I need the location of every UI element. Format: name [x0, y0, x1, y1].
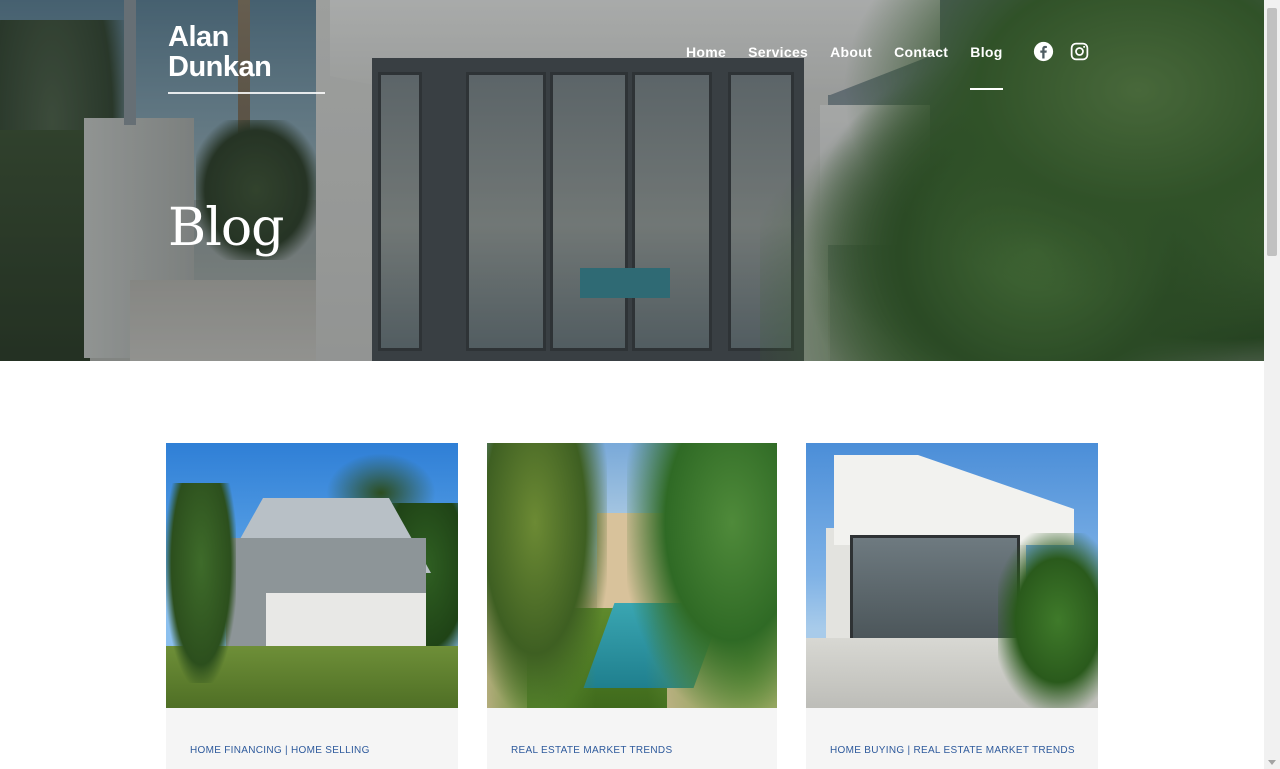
post-image-pool-courtyard[interactable] [487, 443, 777, 708]
logo-underline [168, 92, 325, 94]
hero-banner: Alan Dunkan Home Services About Contact … [0, 0, 1264, 361]
logo-line-1: Alan [168, 21, 229, 53]
blog-card[interactable]: REAL ESTATE MARKET TRENDS [487, 443, 777, 769]
logo-line-2: Dunkan [168, 51, 272, 83]
main-nav: Home Services About Contact Blog [686, 42, 1025, 90]
blog-card[interactable]: HOME BUYING | REAL ESTATE MARKET TRENDS [806, 443, 1098, 769]
page-scrollbar[interactable] [1264, 0, 1280, 769]
page-title: Blog [168, 198, 284, 258]
post-image-house[interactable] [166, 443, 458, 708]
post-categories[interactable]: REAL ESTATE MARKET TRENDS [511, 745, 672, 756]
nav-about[interactable]: About [830, 44, 872, 60]
blog-card[interactable]: HOME FINANCING | HOME SELLING [166, 443, 458, 769]
scroll-down-arrow-icon[interactable] [1268, 760, 1276, 765]
post-image-modern-house[interactable] [806, 443, 1098, 708]
facebook-icon[interactable] [1033, 41, 1054, 62]
nav-blog[interactable]: Blog [970, 44, 1003, 90]
post-categories[interactable]: HOME BUYING | REAL ESTATE MARKET TRENDS [830, 745, 1075, 756]
nav-services[interactable]: Services [748, 44, 808, 60]
post-categories[interactable]: HOME FINANCING | HOME SELLING [190, 745, 370, 756]
scrollbar-thumb[interactable] [1267, 8, 1277, 256]
nav-home[interactable]: Home [686, 44, 726, 60]
nav-contact[interactable]: Contact [894, 44, 948, 60]
social-links [1033, 41, 1105, 62]
site-logo[interactable]: Alan Dunkan [168, 21, 272, 83]
instagram-icon[interactable] [1069, 41, 1090, 62]
